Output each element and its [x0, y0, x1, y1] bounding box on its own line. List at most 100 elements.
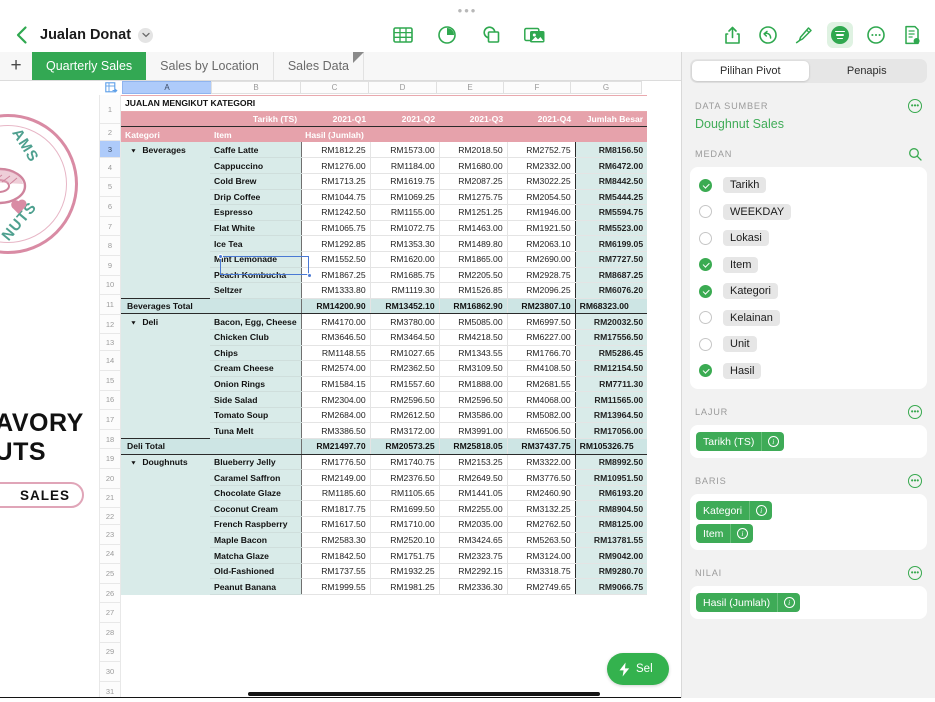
- q2-cell[interactable]: RM1105.65: [370, 485, 439, 501]
- q2-cell[interactable]: RM3464.50: [370, 329, 439, 345]
- select-cells-button[interactable]: Sel: [607, 653, 669, 685]
- table-row[interactable]: ▼ DoughnutsBlueberry JellyRM1776.50RM174…: [121, 454, 647, 470]
- group-total-q3[interactable]: RM16862.90: [439, 298, 507, 314]
- q3-cell[interactable]: RM2153.25: [439, 454, 507, 470]
- add-sheet-button[interactable]: +: [0, 52, 32, 80]
- q1-cell[interactable]: RM1999.55: [301, 579, 370, 595]
- q2-cell[interactable]: RM1573.00: [370, 142, 439, 158]
- q1-cell[interactable]: RM1552.50: [301, 251, 370, 267]
- table-row[interactable]: Old-FashionedRM1737.55RM1932.25RM2292.15…: [121, 563, 647, 579]
- item-cell[interactable]: Cold Brew: [210, 173, 301, 189]
- category-cell[interactable]: ▼ Deli: [121, 314, 210, 330]
- header2-2[interactable]: Hasil (Jumlah): [301, 127, 370, 143]
- group-total-row[interactable]: Beverages TotalRM14200.90RM13452.10RM168…: [121, 298, 647, 314]
- header1-0[interactable]: [121, 111, 210, 127]
- item-cell[interactable]: Cappuccino: [210, 158, 301, 174]
- category-cell[interactable]: [121, 392, 210, 408]
- data-source-more-icon[interactable]: •••: [908, 99, 922, 113]
- item-cell[interactable]: Old-Fashioned: [210, 563, 301, 579]
- item-cell[interactable]: Drip Coffee: [210, 189, 301, 205]
- q2-cell[interactable]: RM1751.75: [370, 548, 439, 564]
- shape-icon[interactable]: [478, 22, 504, 48]
- table-row[interactable]: ChipsRM1148.55RM1027.65RM1343.55RM1766.7…: [121, 345, 647, 361]
- q1-cell[interactable]: RM1842.50: [301, 548, 370, 564]
- field-row-weekday[interactable]: WEEKDAY: [690, 199, 927, 226]
- q4-cell[interactable]: RM5263.50: [507, 532, 575, 548]
- table-row[interactable]: Coconut CreamRM1817.75RM1699.50RM2255.00…: [121, 501, 647, 517]
- q1-cell[interactable]: RM1276.00: [301, 158, 370, 174]
- header2-1[interactable]: Item: [210, 127, 301, 143]
- field-row-item[interactable]: Item: [690, 252, 927, 279]
- info-icon[interactable]: i: [778, 593, 800, 612]
- grand-total-cell[interactable]: RM8156.50: [575, 142, 647, 158]
- q1-cell[interactable]: RM1737.55: [301, 563, 370, 579]
- q4-cell[interactable]: RM2054.50: [507, 189, 575, 205]
- info-icon[interactable]: i: [762, 432, 784, 451]
- window-grabber[interactable]: •••: [0, 6, 935, 16]
- group-grand-total[interactable]: RM68323.00: [575, 298, 647, 314]
- row-header-4[interactable]: 4: [99, 158, 121, 178]
- row-header-17[interactable]: 17: [99, 410, 121, 430]
- group-grand-total[interactable]: RM105326.75: [575, 439, 647, 455]
- row-header-3[interactable]: 3: [99, 141, 121, 158]
- table-row[interactable]: Drip CoffeeRM1044.75RM1069.25RM1275.75RM…: [121, 189, 647, 205]
- q2-cell[interactable]: RM2362.50: [370, 361, 439, 377]
- columns-more-icon[interactable]: •••: [908, 405, 922, 419]
- row-header-9[interactable]: 9: [99, 256, 121, 276]
- row-header-22[interactable]: 22: [99, 508, 121, 525]
- item-cell[interactable]: Maple Bacon: [210, 532, 301, 548]
- q1-cell[interactable]: RM2684.00: [301, 407, 370, 423]
- q4-cell[interactable]: RM2928.75: [507, 267, 575, 283]
- format-icon[interactable]: [827, 22, 853, 48]
- table-row[interactable]: French RaspberryRM1617.50RM1710.00RM2035…: [121, 517, 647, 533]
- q2-cell[interactable]: RM1710.00: [370, 517, 439, 533]
- disclosure-triangle-icon[interactable]: ▼: [130, 321, 137, 327]
- column-header-f[interactable]: F: [503, 81, 571, 94]
- category-cell[interactable]: [121, 345, 210, 361]
- fields-list[interactable]: TarikhWEEKDAYLokasiItemKategoriKelainanU…: [690, 167, 927, 389]
- q3-cell[interactable]: RM2255.00: [439, 501, 507, 517]
- q2-cell[interactable]: RM1981.25: [370, 579, 439, 595]
- q2-cell[interactable]: RM2376.50: [370, 470, 439, 486]
- q2-cell[interactable]: RM1620.00: [370, 251, 439, 267]
- q2-cell[interactable]: RM1155.00: [370, 205, 439, 221]
- table-row[interactable]: SeltzerRM1333.80RM1119.30RM1526.85RM2096…: [121, 283, 647, 299]
- table-row[interactable]: Side SaladRM2304.00RM2596.50RM2596.50RM4…: [121, 392, 647, 408]
- grand-total-cell[interactable]: RM13781.55: [575, 532, 647, 548]
- header1-4[interactable]: 2021-Q3: [439, 111, 507, 127]
- select-all-corner-button[interactable]: [99, 81, 123, 95]
- row-header-29[interactable]: 29: [99, 643, 121, 663]
- q4-cell[interactable]: RM1946.00: [507, 205, 575, 221]
- q1-cell[interactable]: RM1044.75: [301, 189, 370, 205]
- q1-cell[interactable]: RM1333.80: [301, 283, 370, 299]
- group-total-label[interactable]: Beverages Total: [121, 298, 301, 314]
- q3-cell[interactable]: RM3991.00: [439, 423, 507, 439]
- q1-cell[interactable]: RM3646.50: [301, 329, 370, 345]
- grand-total-cell[interactable]: RM6076.20: [575, 283, 647, 299]
- item-cell[interactable]: Caramel Saffron: [210, 470, 301, 486]
- rows-more-icon[interactable]: •••: [908, 474, 922, 488]
- chart-icon[interactable]: [434, 22, 460, 48]
- q2-cell[interactable]: RM1699.50: [370, 501, 439, 517]
- q1-cell[interactable]: RM3386.50: [301, 423, 370, 439]
- q4-cell[interactable]: RM2681.55: [507, 376, 575, 392]
- row-header-25[interactable]: 25: [99, 564, 121, 584]
- q4-cell[interactable]: RM2752.75: [507, 142, 575, 158]
- field-row-unit[interactable]: Unit: [690, 331, 927, 358]
- q3-cell[interactable]: RM1441.05: [439, 485, 507, 501]
- category-cell[interactable]: [121, 407, 210, 423]
- grand-total-cell[interactable]: RM8125.00: [575, 517, 647, 533]
- item-cell[interactable]: Onion Rings: [210, 376, 301, 392]
- value-chip[interactable]: Hasil (Jumlah)i: [696, 593, 800, 612]
- table-row[interactable]: Chocolate GlazeRM1185.60RM1105.65RM1441.…: [121, 485, 647, 501]
- column-chip[interactable]: Tarikh (TS)i: [696, 432, 784, 451]
- item-cell[interactable]: Chips: [210, 345, 301, 361]
- row-header-26[interactable]: 26: [99, 584, 121, 604]
- q2-cell[interactable]: RM1353.30: [370, 236, 439, 252]
- category-cell[interactable]: [121, 470, 210, 486]
- item-cell[interactable]: Flat White: [210, 220, 301, 236]
- q2-cell[interactable]: RM3172.00: [370, 423, 439, 439]
- q3-cell[interactable]: RM1888.00: [439, 376, 507, 392]
- category-cell[interactable]: [121, 283, 210, 299]
- column-header-g[interactable]: G: [570, 81, 642, 94]
